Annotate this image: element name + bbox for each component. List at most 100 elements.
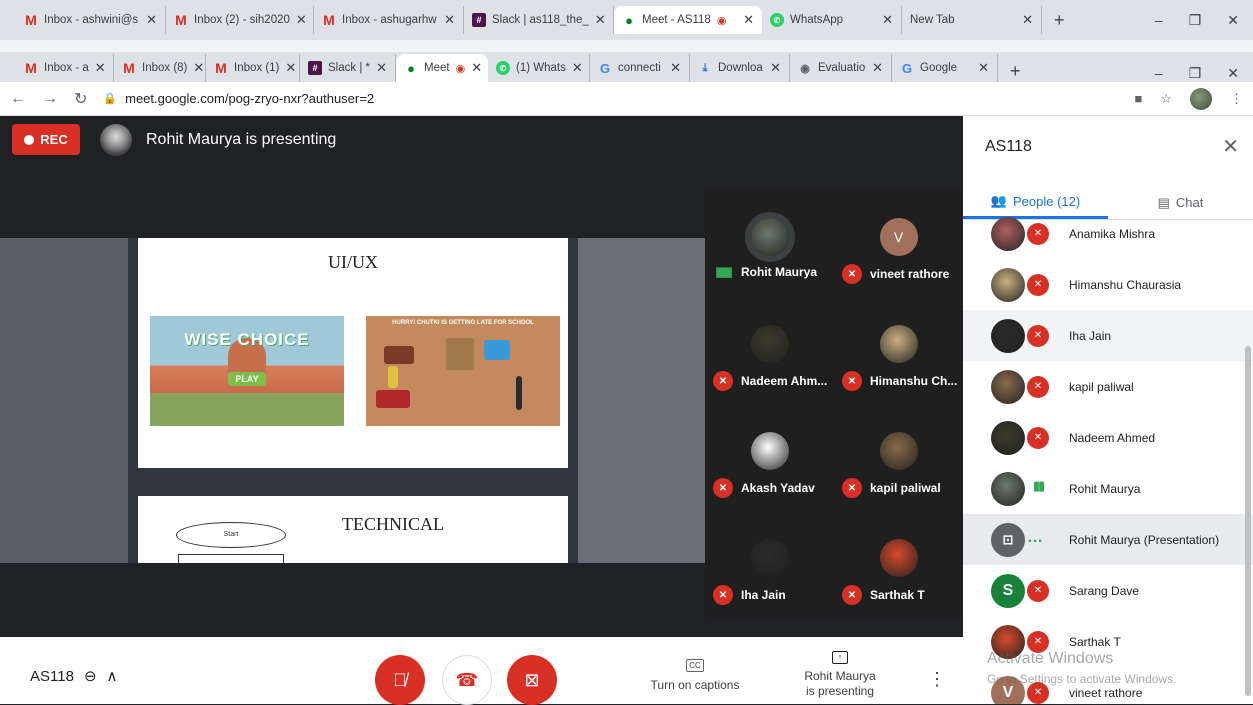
more-options-icon[interactable]: ⋮ [928, 669, 946, 690]
outer-tab[interactable]: ✆ WhatsApp ✕ [762, 6, 902, 34]
panel-scrollbar[interactable] [1245, 346, 1251, 696]
participant-tile[interactable]: ✕ Akash Yadav [705, 402, 834, 509]
list-item[interactable]: ✕ Anamika Mishra [963, 208, 1253, 259]
meeting-details[interactable]: AS118 ⊖ ∧ [30, 667, 118, 686]
close-tab-icon[interactable]: ✕ [296, 12, 307, 28]
browser-menu-icon[interactable]: ⋮ [1230, 91, 1243, 107]
close-tab-icon[interactable]: ✕ [1022, 12, 1033, 28]
camera-indicator-icon[interactable]: ■ [1134, 91, 1142, 106]
avatar [991, 420, 1025, 455]
captions-button[interactable]: CC Turn on captions [640, 657, 750, 692]
outer-tab[interactable]: # Slack | as118_the_ ✕ [464, 6, 614, 34]
url-field[interactable]: 🔒 meet.google.com/pog-zryo-nxr?authuser=… [103, 91, 374, 106]
mic-off-icon: ✕ [842, 585, 862, 605]
participant-tile[interactable]: ✕ Himanshu Ch... [834, 295, 963, 402]
presenter-avatar [100, 124, 132, 156]
inner-tab[interactable]: M Inbox (8) ✕ [114, 54, 206, 82]
close-tab-icon[interactable]: ✕ [882, 12, 893, 28]
minimize-icon[interactable]: – [1155, 65, 1163, 82]
mic-off-icon: ✕ [842, 478, 862, 498]
close-tab-icon[interactable]: ✕ [444, 12, 455, 28]
participant-name: Akash Yadav [741, 481, 815, 495]
bookmark-star-icon[interactable]: ☆ [1160, 91, 1172, 107]
inner-tab[interactable]: ◉ Evaluatio ✕ [790, 54, 892, 82]
close-tab-icon[interactable]: ✕ [595, 12, 606, 28]
inner-tab[interactable]: Gconnecti ✕ [590, 54, 690, 82]
mic-off-icon: ✕ [1027, 273, 1049, 296]
people-list: ✕ Anamika Mishra ✕ Himanshu Chaurasia ✕ Iha J… [963, 216, 1253, 704]
close-tab-icon[interactable]: ✕ [872, 60, 883, 76]
tab-label: WhatsApp [790, 14, 844, 26]
outer-tab[interactable]: M Inbox - ashugarhw ✕ [314, 6, 464, 34]
list-item[interactable]: ✕ Sarthak T [963, 616, 1253, 667]
list-item[interactable]: ⊡ … Rohit Maurya (Presentation) [963, 514, 1253, 565]
outer-tab[interactable]: M Inbox (2) - sih2020 ✕ [166, 6, 314, 34]
avatar: ⊡ [991, 522, 1025, 557]
list-item[interactable]: ▮▮ Rohit Maurya [963, 463, 1253, 514]
participant-name: vineet rathore [870, 267, 950, 281]
captions-label: Turn on captions [650, 678, 740, 692]
inner-tab[interactable]: M Inbox - a ✕ [16, 54, 114, 82]
chevron-up-icon[interactable]: ∧ [107, 667, 118, 685]
list-item[interactable]: ✕ Nadeem Ahmed [963, 412, 1253, 463]
window-close-icon[interactable]: ✕ [1227, 12, 1239, 29]
outer-tab[interactable]: New Tab ✕ [902, 6, 1042, 34]
participant-name: Iha Jain [741, 588, 786, 602]
restore-icon[interactable]: ❐ [1189, 12, 1202, 29]
lunchbox-shape [484, 340, 510, 360]
inner-tab[interactable]: ✆ (1) Whats ✕ [488, 54, 590, 82]
participant-avatar [750, 218, 789, 256]
restore-icon[interactable]: ❐ [1189, 65, 1202, 82]
mic-off-icon: ✕ [713, 585, 733, 605]
outer-tab[interactable]: ● Meet - AS118 ◉ ✕ [614, 6, 762, 34]
person-name: kapil paliwal [1069, 379, 1134, 394]
camera-toggle-button[interactable]: ⊠ [507, 655, 557, 705]
close-icon[interactable]: ✕ [1222, 134, 1239, 159]
record-dot-icon [24, 134, 35, 145]
close-tab-icon[interactable]: ✕ [670, 60, 681, 76]
window-close-icon[interactable]: ✕ [1227, 65, 1239, 82]
close-tab-icon[interactable]: ✕ [572, 60, 583, 76]
outer-tab[interactable]: M Inbox - ashwini@s ✕ [16, 6, 166, 34]
person-name: Anamika Mishra [1069, 226, 1156, 241]
new-tab-icon[interactable]: + [1042, 10, 1077, 31]
leave-call-button[interactable]: ☎ [442, 655, 492, 705]
avatar [991, 624, 1025, 659]
list-item[interactable]: ✕ Iha Jain [963, 310, 1253, 361]
mic-toggle-button[interactable]: 🎙̸ [375, 655, 425, 705]
presenting-button[interactable]: ↑ Rohit Maurya is presenting [790, 649, 890, 699]
inner-tab[interactable]: M Inbox (1) ✕ [206, 54, 300, 82]
close-tab-icon[interactable]: ✕ [770, 60, 781, 76]
forward-icon[interactable]: → [42, 90, 58, 108]
list-item[interactable]: ✕ Himanshu Chaurasia [963, 259, 1253, 310]
participant-tile[interactable]: ✕ kapil paliwal [834, 402, 963, 509]
list-item[interactable]: S ✕ Sarang Dave [963, 565, 1253, 616]
close-tab-icon[interactable]: ✕ [193, 60, 204, 76]
close-tab-icon[interactable]: ✕ [978, 60, 989, 76]
list-item[interactable]: ✕ kapil paliwal [963, 361, 1253, 412]
participant-name-row: ✕ Himanshu Ch... [842, 371, 959, 391]
inner-tab[interactable]: ● Meet ◉ ✕ [396, 54, 488, 82]
back-icon[interactable]: ← [10, 90, 26, 108]
participant-tile[interactable]: ✕ Iha Jain [705, 509, 834, 616]
inner-tab[interactable]: # Slack | * ✕ [300, 54, 396, 82]
participant-tile[interactable]: ✕ Nadeem Ahm... [705, 295, 834, 402]
people-tab-label: People (12) [1012, 193, 1081, 209]
profile-avatar[interactable] [1190, 87, 1212, 110]
new-tab-icon[interactable]: + [998, 61, 1033, 82]
participant-tile[interactable]: V ✕ vineet rathore [834, 188, 963, 295]
inner-tab[interactable]: G Google ✕ [892, 54, 998, 82]
minimize-icon[interactable]: – [1155, 12, 1163, 29]
reload-icon[interactable]: ↻ [74, 89, 87, 109]
close-tab-icon[interactable]: ✕ [285, 60, 296, 76]
participant-tile[interactable]: ▮▮▮ Rohit Maurya [705, 188, 834, 295]
red-book-shape [376, 390, 410, 408]
mic-off-icon: ✕ [842, 371, 862, 391]
close-tab-icon[interactable]: ✕ [376, 60, 387, 76]
close-tab-icon[interactable]: ✕ [471, 60, 482, 76]
close-tab-icon[interactable]: ✕ [743, 12, 754, 28]
participant-tile[interactable]: ✕ Sarthak T [834, 509, 963, 616]
close-tab-icon[interactable]: ✕ [95, 60, 106, 76]
inner-tab[interactable]: ⤓ Downloa ✕ [690, 54, 790, 82]
close-tab-icon[interactable]: ✕ [146, 12, 157, 28]
